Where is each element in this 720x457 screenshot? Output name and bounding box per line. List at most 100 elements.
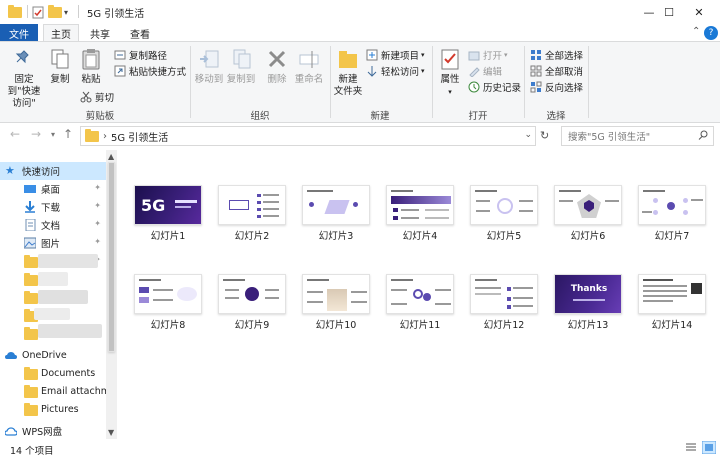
history-button[interactable]: 历史记录: [468, 80, 521, 94]
help-icon[interactable]: ?: [704, 26, 718, 40]
open-button[interactable]: 打开 ▾: [468, 48, 508, 62]
file-name[interactable]: 幻灯片7: [630, 228, 714, 242]
file-thumbnail[interactable]: [386, 274, 454, 314]
file-name[interactable]: 幻灯片9: [210, 317, 294, 331]
nav-onedrive[interactable]: OneDrive: [0, 346, 106, 364]
file-name[interactable]: 幻灯片11: [378, 317, 462, 331]
file-thumbnail[interactable]: [134, 274, 202, 314]
back-arrow-icon[interactable]: ←: [10, 127, 20, 141]
file-thumbnail[interactable]: [638, 274, 706, 314]
file-name[interactable]: 幻灯片3: [294, 228, 378, 242]
forward-arrow-icon[interactable]: →: [31, 127, 41, 141]
history-label: 历史记录: [483, 83, 522, 94]
rename-button[interactable]: 重命名: [294, 48, 324, 86]
file-name[interactable]: 幻灯片5: [462, 228, 546, 242]
collapse-ribbon-icon[interactable]: ⌃: [692, 26, 700, 37]
file-name[interactable]: 幻灯片10: [294, 317, 378, 331]
tab-share[interactable]: 共享: [82, 24, 118, 42]
nav-scrollbar[interactable]: ▲ ▼: [106, 150, 117, 439]
file-name[interactable]: 幻灯片4: [378, 228, 462, 242]
delete-button[interactable]: 删除: [264, 48, 290, 86]
properties-icon: [441, 49, 459, 70]
slide-title-text: Thanks: [570, 284, 608, 294]
nav-od-email[interactable]: Email attachme: [0, 382, 106, 400]
folder-icon: [24, 291, 38, 304]
nav-od-documents[interactable]: Documents: [0, 364, 106, 382]
file-name[interactable]: 幻灯片1: [126, 228, 210, 242]
file-thumbnail[interactable]: [218, 274, 286, 314]
copy-button[interactable]: 复制: [47, 48, 73, 86]
nav-quick-access[interactable]: ★ 快速访问: [0, 162, 106, 180]
easy-access-button[interactable]: 轻松访问 ▾: [366, 64, 425, 78]
customize-quick-access-icon[interactable]: ▾: [64, 4, 68, 20]
cloud-icon: [5, 352, 17, 359]
new-folder-button[interactable]: 新建 文件夹: [334, 48, 362, 98]
large-icons-view-icon[interactable]: [702, 441, 716, 454]
address-bar[interactable]: › 5G 引领生活 ⌄: [80, 126, 536, 146]
nav-pictures[interactable]: 图片 ✦: [0, 234, 106, 252]
file-thumbnail[interactable]: [302, 274, 370, 314]
tab-home[interactable]: 主页: [43, 24, 79, 42]
file-thumbnail[interactable]: [218, 185, 286, 225]
copy-to-button[interactable]: 复制到: [226, 48, 256, 86]
close-button[interactable]: ✕: [676, 0, 720, 24]
file-thumbnail[interactable]: [302, 185, 370, 225]
invert-selection-button[interactable]: 反向选择: [530, 80, 583, 94]
tab-view[interactable]: 查看: [122, 24, 158, 42]
pin-icon[interactable]: ✦: [94, 237, 101, 246]
copy-path-button[interactable]: 复制路径: [114, 48, 167, 62]
search-input[interactable]: 搜索"5G 引领生活": [561, 126, 714, 146]
pin-quick-access-button[interactable]: 固定到"快速访问": [4, 48, 44, 110]
select-all-button[interactable]: 全部选择: [530, 48, 583, 62]
select-all-label: 全部选择: [545, 51, 584, 62]
file-thumbnail[interactable]: [638, 185, 706, 225]
details-view-icon[interactable]: [684, 441, 698, 454]
file-name[interactable]: 幻灯片12: [462, 317, 546, 331]
nav-documents[interactable]: 文档 ✦: [0, 216, 106, 234]
redacted-text: [38, 254, 98, 268]
redacted-text: [38, 290, 88, 304]
select-none-button[interactable]: 全部取消: [530, 64, 583, 78]
properties-quick-button[interactable]: [32, 4, 44, 20]
pin-icon[interactable]: ✦: [94, 183, 101, 192]
cut-button[interactable]: 剪切: [80, 90, 114, 104]
file-thumbnail[interactable]: [470, 185, 538, 225]
divider: [524, 46, 525, 118]
file-name[interactable]: 幻灯片2: [210, 228, 294, 242]
file-thumbnail[interactable]: Thanks: [554, 274, 622, 314]
scroll-down-icon[interactable]: ▼: [108, 428, 114, 437]
wps-cloud-icon: [5, 427, 17, 436]
file-thumbnail[interactable]: [554, 185, 622, 225]
file-thumbnail[interactable]: [470, 274, 538, 314]
refresh-icon[interactable]: ↻: [540, 129, 549, 142]
nav-od-email-label: Email attachme: [41, 385, 106, 397]
properties-button[interactable]: 属性 ▾: [436, 48, 464, 98]
breadcrumb-item[interactable]: 5G 引领生活: [111, 129, 168, 144]
nav-wps[interactable]: WPS网盘: [0, 422, 106, 440]
up-arrow-icon[interactable]: ↑: [63, 127, 73, 141]
file-name[interactable]: 幻灯片8: [126, 317, 210, 331]
scroll-up-icon[interactable]: ▲: [108, 152, 114, 161]
file-name[interactable]: 幻灯片13: [546, 317, 630, 331]
scrollbar-thumb[interactable]: [108, 162, 115, 352]
file-name[interactable]: 幻灯片14: [630, 317, 714, 331]
nav-desktop[interactable]: 桌面 ✦: [0, 180, 106, 198]
paste-shortcut-button[interactable]: 粘贴快捷方式: [114, 64, 186, 78]
copy-to-icon: [233, 49, 251, 69]
pin-icon[interactable]: ✦: [94, 201, 101, 210]
tab-file[interactable]: 文件: [0, 24, 38, 42]
recent-locations-icon[interactable]: ▾: [51, 130, 55, 139]
file-thumbnail[interactable]: [386, 185, 454, 225]
chevron-down-icon[interactable]: ⌄: [524, 130, 532, 140]
file-name[interactable]: 幻灯片6: [546, 228, 630, 242]
file-thumbnail[interactable]: 5G: [134, 185, 202, 225]
new-folder-quick-button[interactable]: [48, 4, 62, 20]
move-to-button[interactable]: 移动到: [194, 48, 224, 86]
edit-button[interactable]: 编辑: [468, 64, 502, 78]
pin-icon[interactable]: ✦: [94, 219, 101, 228]
new-item-button[interactable]: 新建项目 ▾: [366, 48, 425, 62]
paste-button[interactable]: 粘贴: [78, 48, 104, 86]
star-icon: ★: [5, 164, 15, 177]
nav-od-pictures[interactable]: Pictures: [0, 400, 106, 418]
nav-downloads[interactable]: 下载 ✦: [0, 198, 106, 216]
